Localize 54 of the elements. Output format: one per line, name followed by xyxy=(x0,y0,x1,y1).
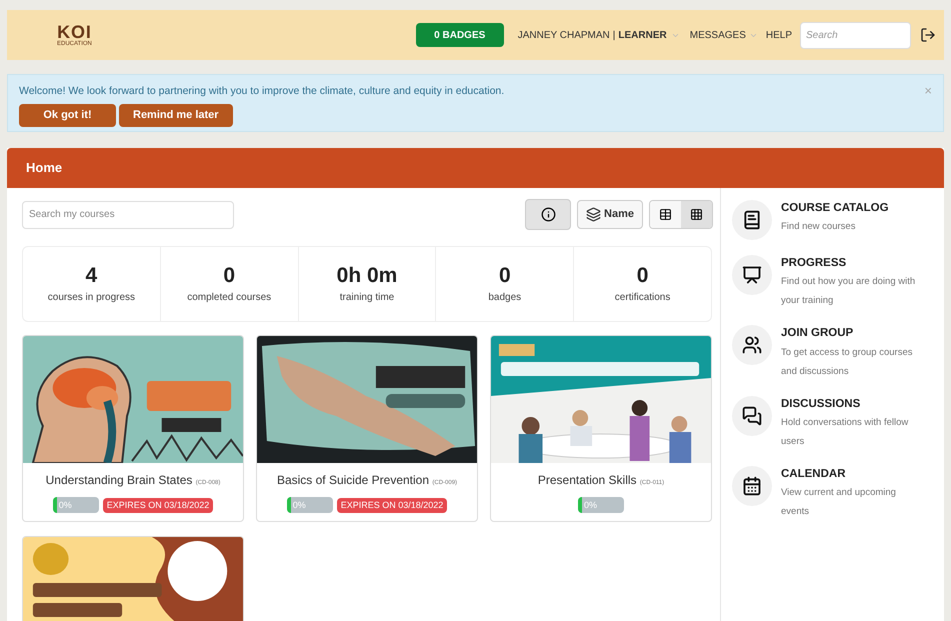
expiry-badge: EXPIRES ON 03/18/2022 xyxy=(336,498,448,512)
sidebar-description: Find out how you are doing with your training xyxy=(781,275,916,308)
course-title[interactable]: Presentation Skills xyxy=(538,473,637,487)
sidebar-link[interactable]: COURSE CATALOG xyxy=(781,200,926,218)
alert-button[interactable]: Remind me later xyxy=(119,104,233,127)
sidebar-description: View current and upcoming events xyxy=(781,486,897,519)
progress-text: 0% xyxy=(292,500,306,510)
list-view-icon xyxy=(659,208,672,221)
progress-text: 0% xyxy=(58,500,72,510)
calendar-icon xyxy=(742,476,762,496)
stat-label: certifications xyxy=(614,290,670,305)
stat-value: 4 xyxy=(86,263,98,290)
expiry-badge: EXPIRES ON 03/18/2022 xyxy=(102,498,214,512)
progress-text: 0% xyxy=(584,500,598,510)
stat-value: 0 xyxy=(223,263,236,290)
layers-icon xyxy=(586,207,602,222)
separator: | xyxy=(612,28,616,42)
stat-value: 0 xyxy=(498,263,511,290)
stat-label: courses in progress xyxy=(48,290,136,305)
help-link[interactable]: HELP xyxy=(766,28,792,42)
alert-message: Welcome! We look forward to partnering with you to improve the climate, culture and equity in education. xyxy=(19,84,504,99)
logout-icon[interactable] xyxy=(920,27,936,43)
messages-link[interactable]: MESSAGES xyxy=(690,28,746,42)
course-title[interactable]: Basics of Suicide Prevention xyxy=(276,473,430,487)
user-menu[interactable]: JANNEY CHAPMAN xyxy=(518,28,610,42)
stat-value: 0 xyxy=(636,263,648,290)
page-title: Home xyxy=(26,159,62,178)
course-title[interactable]: Understanding Brain States xyxy=(46,473,192,487)
view-toggle[interactable] xyxy=(681,201,712,228)
sidebar-description: Find new courses xyxy=(781,220,856,234)
sidebar-link[interactable]: CALENDAR xyxy=(781,466,926,483)
stat-label: badges xyxy=(488,290,522,305)
info-button[interactable] xyxy=(525,199,572,230)
progress-icon xyxy=(742,265,762,285)
stat-label: completed courses xyxy=(187,290,272,305)
sidebar-description: To get access to group courses and discussions xyxy=(781,346,914,378)
info-icon xyxy=(540,207,556,222)
course-search-field[interactable]: Search my courses xyxy=(22,200,234,228)
sidebar-link[interactable]: DISCUSSIONS xyxy=(781,396,926,413)
grid-view-icon xyxy=(690,208,703,221)
badges-button[interactable]: 0 BADGES xyxy=(416,23,504,47)
group-icon xyxy=(742,335,762,356)
sort-button[interactable]: Name xyxy=(577,200,643,229)
stat-label: training time xyxy=(340,290,394,305)
sidebar-link[interactable]: PROGRESS xyxy=(781,255,926,272)
chat-icon xyxy=(742,406,762,426)
view-toggle[interactable] xyxy=(650,201,681,228)
search-field[interactable]: Search xyxy=(800,22,911,48)
sidebar-description: Hold conversations with fellow users xyxy=(781,416,910,449)
stat-value: 0h 0m xyxy=(336,263,398,290)
role-label[interactable]: LEARNER xyxy=(618,28,667,42)
book-icon xyxy=(742,210,762,230)
alert-button[interactable]: Ok got it! xyxy=(19,104,116,127)
sidebar-link[interactable]: JOIN GROUP xyxy=(781,325,926,342)
